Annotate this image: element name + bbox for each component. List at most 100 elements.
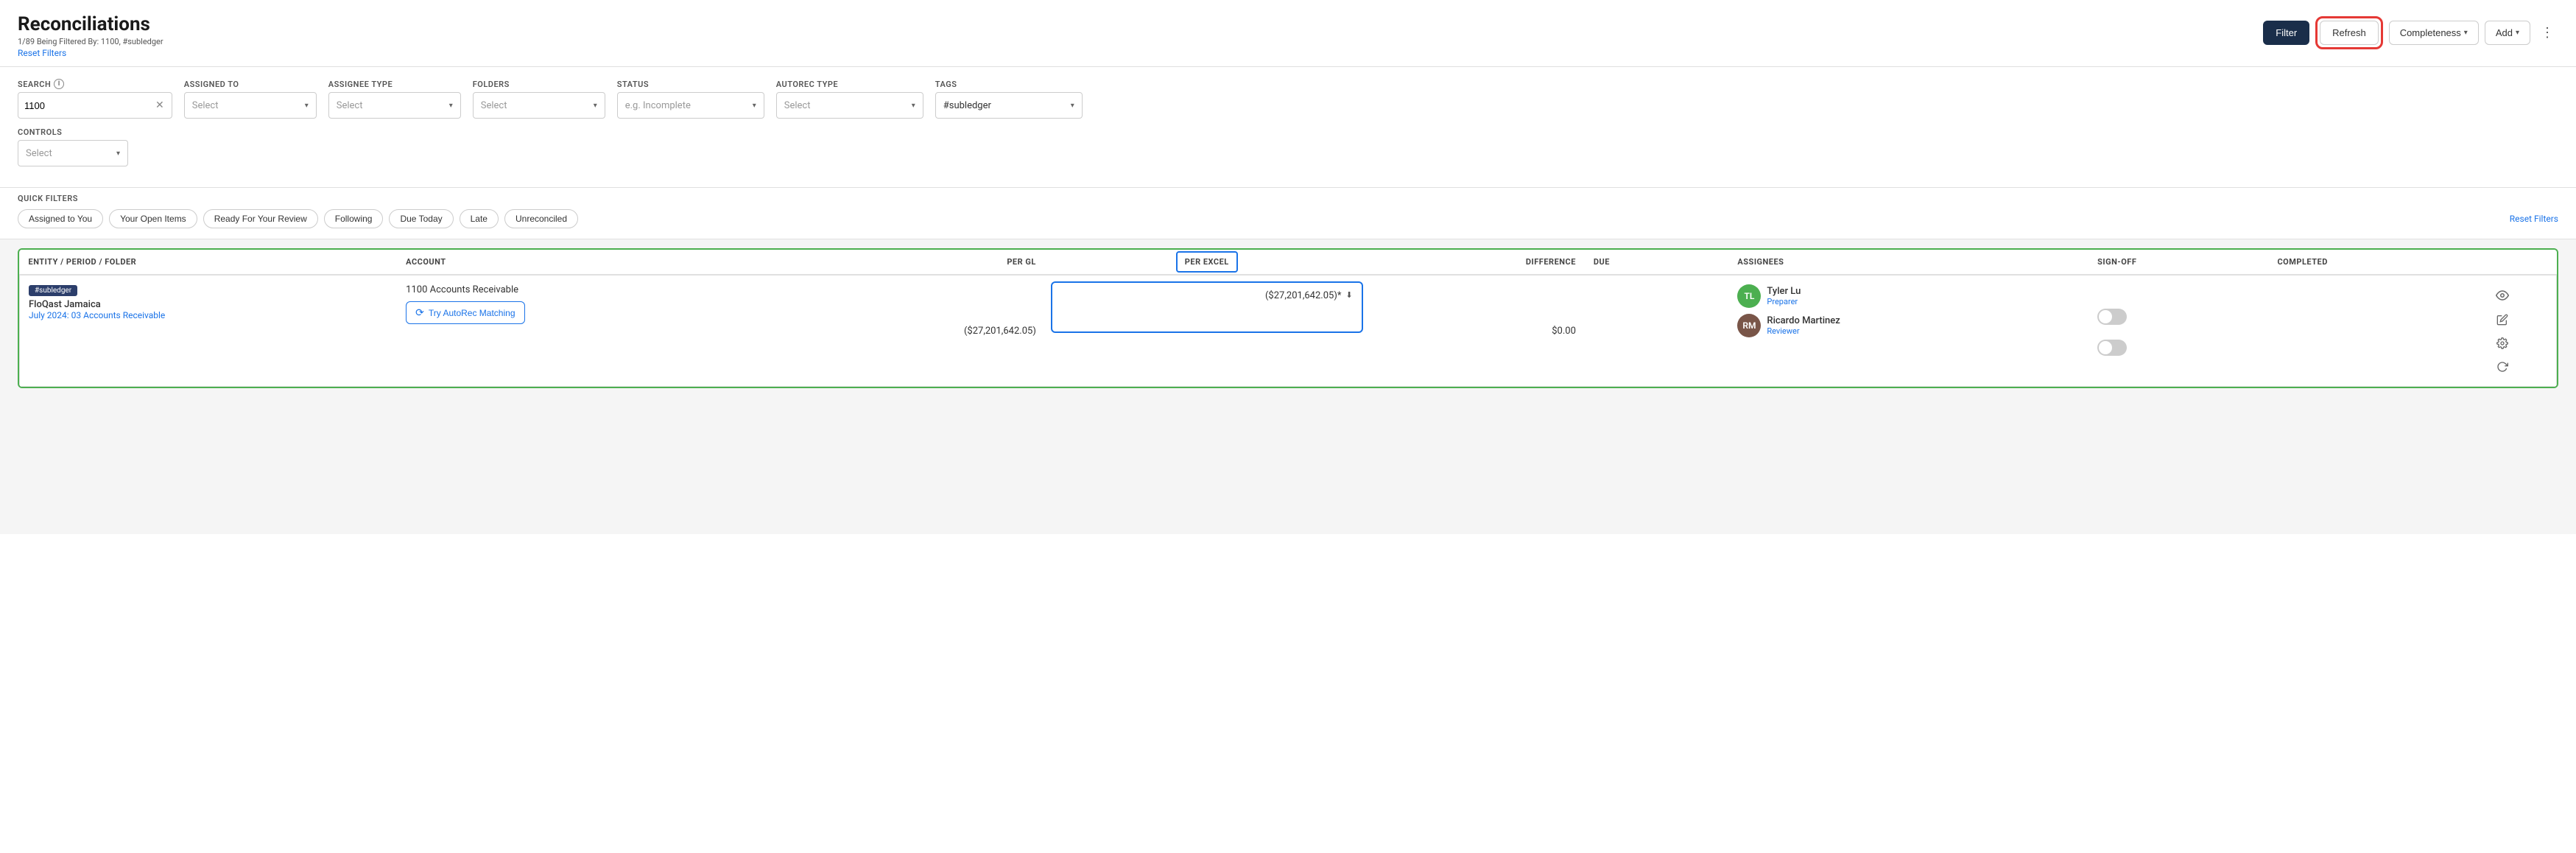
search-group: SEARCH i ✕ — [18, 79, 172, 119]
folders-label: FOLDERS — [473, 80, 605, 89]
assigned-to-chevron-icon: ▾ — [305, 102, 309, 110]
folders-select[interactable]: Select ▾ — [473, 92, 605, 119]
entity-period-link[interactable]: July 2024: 03 Accounts Receivable — [29, 310, 165, 320]
filter-button[interactable]: Filter — [2263, 21, 2309, 45]
quick-filters-label: QUICK FILTERS — [18, 194, 2558, 203]
col-header-signoff: SIGN-OFF — [2088, 250, 2268, 275]
tags-select[interactable]: #subledger ▾ — [935, 92, 1083, 119]
assignees-list: TL Tyler Lu Preparer RM Ricardo — [1737, 284, 2080, 337]
assignee-type-label: ASSIGNEE TYPE — [328, 80, 461, 89]
filters-section: SEARCH i ✕ ASSIGNED TO Select ▾ ASSIGNEE… — [0, 67, 2576, 188]
autorec-type-select[interactable]: Select ▾ — [776, 92, 923, 119]
refresh-btn-wrapper: Refresh — [2315, 16, 2383, 49]
eye-icon[interactable] — [2494, 287, 2510, 306]
status-chevron-icon: ▾ — [753, 102, 756, 110]
page-title: Reconciliations — [18, 13, 163, 35]
controls-label: CONTROLS — [18, 127, 128, 137]
quick-filter-late[interactable]: Late — [460, 209, 499, 228]
status-select[interactable]: e.g. Incomplete ▾ — [617, 92, 764, 119]
row-actions-cell — [2449, 275, 2557, 387]
autorec-icon: ⟳ — [415, 306, 424, 319]
reset-filters-right[interactable]: Reset Filters — [2510, 214, 2558, 224]
download-icon[interactable]: ⬇ — [1345, 290, 1352, 300]
search-info-icon[interactable]: i — [54, 79, 64, 89]
col-header-entity: ENTITY / PERIOD / FOLDER — [20, 250, 398, 275]
perexcel-header-highlight: PER EXCEL — [1176, 251, 1238, 273]
col-header-assignees: ASSIGNEES — [1728, 250, 2088, 275]
quick-filter-ready-for-review[interactable]: Ready For Your Review — [203, 209, 318, 228]
add-dropdown[interactable]: Add ▾ — [2485, 21, 2530, 45]
perexcel-value: ($27,201,642.05)* — [1265, 290, 1342, 301]
table-outer: ENTITY / PERIOD / FOLDER ACCOUNT PER GL … — [18, 248, 2558, 388]
assignee-type-group: ASSIGNEE TYPE Select ▾ — [328, 80, 461, 119]
reset-filters-link[interactable]: Reset Filters — [18, 48, 66, 58]
assignee-info-preparer: Tyler Lu Preparer — [1767, 286, 1801, 306]
quick-filter-your-open-items[interactable]: Your Open Items — [109, 209, 197, 228]
assigned-to-select[interactable]: Select ▾ — [184, 92, 317, 119]
assignee-info-reviewer: Ricardo Martinez Reviewer — [1767, 315, 1840, 336]
assignee-type-value: Select — [337, 100, 363, 111]
tags-value: #subledger — [943, 100, 991, 111]
col-header-account: ACCOUNT — [397, 250, 793, 275]
controls-select[interactable]: Select ▾ — [18, 140, 128, 166]
difference-cell: $0.00 — [1369, 275, 1585, 387]
folders-value: Select — [481, 100, 507, 111]
autorec-type-group: AUTOREC TYPE Select ▾ — [776, 80, 923, 119]
entity-name: FloQast Jamaica — [29, 299, 388, 310]
signoff-toggle-reviewer[interactable] — [2097, 340, 2127, 356]
add-label: Add — [2496, 27, 2513, 38]
row-actions — [2457, 284, 2547, 377]
search-clear-icon[interactable]: ✕ — [154, 98, 166, 113]
autorec-refresh-icon[interactable] — [2495, 359, 2510, 377]
assigned-to-value: Select — [192, 100, 219, 111]
col-header-difference: DIFFERENCE — [1369, 250, 1585, 275]
reconciliations-table: ENTITY / PERIOD / FOLDER ACCOUNT PER GL … — [19, 250, 2557, 387]
status-label: STATUS — [617, 80, 764, 89]
quick-filters-buttons: Assigned to You Your Open Items Ready Fo… — [18, 209, 578, 228]
assignee-type-select[interactable]: Select ▾ — [328, 92, 461, 119]
edit-icon[interactable] — [2495, 312, 2510, 330]
add-chevron-icon: ▾ — [2516, 29, 2519, 37]
difference-value: $0.00 — [1378, 326, 1576, 337]
tags-group: TAGS #subledger ▾ — [935, 80, 1083, 119]
table-body: #subledger FloQast Jamaica July 2024: 03… — [20, 275, 2557, 387]
autorec-btn[interactable]: ⟳ Try AutoRec Matching — [406, 301, 524, 324]
quick-filter-unreconciled[interactable]: Unreconciled — [504, 209, 578, 228]
assigned-to-label: ASSIGNED TO — [184, 80, 317, 89]
assignee-item-reviewer: RM Ricardo Martinez Reviewer — [1737, 314, 2080, 337]
autorec-btn-label: Try AutoRec Matching — [429, 308, 515, 318]
folders-chevron-icon: ▾ — [594, 102, 597, 110]
refresh-button[interactable]: Refresh — [2320, 21, 2379, 45]
status-value: e.g. Incomplete — [625, 100, 691, 111]
due-cell — [1585, 275, 1728, 387]
assignees-cell: TL Tyler Lu Preparer RM Ricardo — [1728, 275, 2088, 387]
col-header-completed: COMPLETED — [2268, 250, 2448, 275]
account-cell: 1100 Accounts Receivable ⟳ Try AutoRec M… — [397, 275, 793, 387]
quick-filter-assigned-to-you[interactable]: Assigned to You — [18, 209, 103, 228]
controls-value: Select — [26, 148, 52, 159]
search-input[interactable] — [24, 100, 154, 111]
assignee-role-preparer: Preparer — [1767, 297, 1801, 306]
completeness-dropdown[interactable]: Completeness ▾ — [2389, 21, 2479, 45]
assignee-role-reviewer: Reviewer — [1767, 326, 1840, 336]
filter-info: 1/89 Being Filtered By: 1100, #subledger — [18, 37, 163, 46]
pergl-cell: ($27,201,642.05) — [793, 275, 1045, 387]
assigned-to-group: ASSIGNED TO Select ▾ — [184, 80, 317, 119]
tags-chevron-icon: ▾ — [1071, 102, 1074, 110]
autorec-type-label: AUTOREC TYPE — [776, 80, 923, 89]
autorec-type-value: Select — [784, 100, 811, 111]
folders-group: FOLDERS Select ▾ — [473, 80, 605, 119]
assignee-name-reviewer: Ricardo Martinez — [1767, 315, 1840, 326]
perexcel-inner: ($27,201,642.05)* ⬇ — [1051, 281, 1363, 333]
quick-filter-due-today[interactable]: Due Today — [389, 209, 453, 228]
assignee-type-chevron-icon: ▾ — [449, 102, 453, 110]
quick-filter-following[interactable]: Following — [324, 209, 384, 228]
completed-cell — [2268, 275, 2448, 387]
signoff-toggle-preparer[interactable] — [2097, 309, 2127, 325]
gear-icon[interactable] — [2495, 336, 2510, 354]
more-options-button[interactable]: ⋮ — [2536, 22, 2558, 43]
col-header-due: DUE — [1585, 250, 1728, 275]
col-header-perexcel: PER EXCEL — [1045, 250, 1369, 275]
autorec-type-chevron-icon: ▾ — [912, 102, 915, 110]
tags-label: TAGS — [935, 80, 1083, 89]
